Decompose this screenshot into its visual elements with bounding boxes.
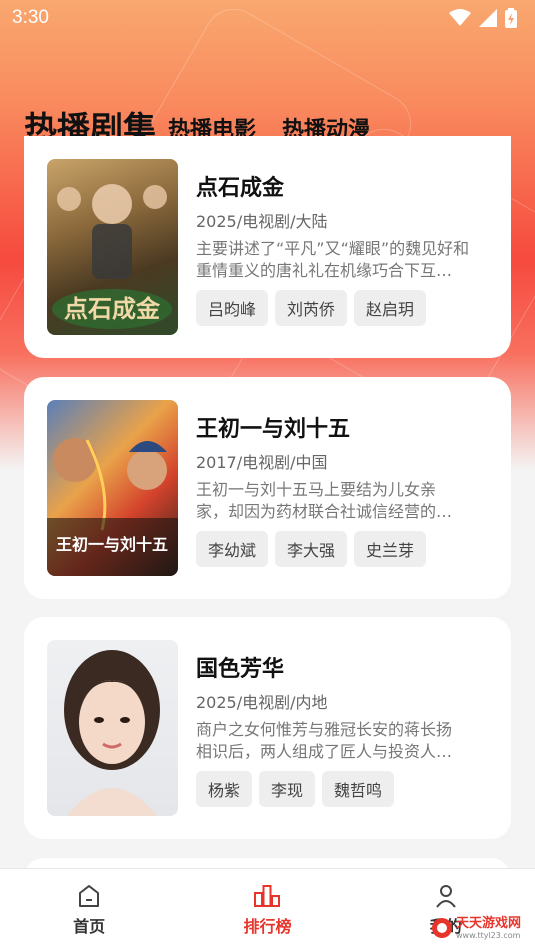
item-description: 商户之女何惟芳与雅冠长安的蒋长扬 相识后，两人组成了匠人与投资人… [196,719,491,763]
watermark-logo-icon [432,918,452,938]
status-time: 3:30 [12,7,49,28]
status-icons [449,8,517,28]
cast-tag[interactable]: 刘芮侨 [275,290,348,326]
cast-tag[interactable]: 史兰芽 [354,531,427,567]
item-title: 王初一与刘十五 [196,417,351,442]
cast-tag[interactable]: 吕昀峰 [196,290,269,326]
item-title: 国色芳华 [196,657,285,682]
user-icon [436,885,456,908]
home-icon [79,885,100,907]
list-item[interactable]: 国色芳华 2025/电视剧/内地 商户之女何惟芳与雅冠长安的蒋长扬 相识后，两人… [24,617,511,839]
desc-line: 商户之女何惟芳与雅冠长安的蒋长扬 [196,720,453,739]
list-item[interactable]: 王初一与刘十五 王初一与刘十五 2017/电视剧/中国 王初一与刘十五马上要结为… [24,377,511,599]
cast-tags: 吕昀峰 刘芮侨 赵启玥 [196,290,427,326]
poster-title: 点石成金 [64,294,161,323]
item-description: 王初一与刘十五马上要结为儿女亲 家，却因为药材联合社诚信经营的… [196,479,491,523]
battery-icon [505,8,517,28]
item-title: 点石成金 [196,176,285,201]
cast-tag[interactable]: 李现 [259,771,316,807]
cast-tag[interactable]: 李大强 [275,531,348,567]
desc-line: 主要讲述了“平凡”又“耀眼”的魏见好和 [196,239,470,258]
watermark-text-group: 天天游戏网 www.ttyl23.com [456,915,522,940]
item-description: 主要讲述了“平凡”又“耀眼”的魏见好和 重情重义的唐礼礼在机缘巧合下互… [196,238,491,282]
poster-title: 王初一与刘十五 [56,535,168,554]
cast-tag[interactable]: 杨紫 [196,771,253,807]
signal-icon [479,9,497,27]
desc-line: 重情重义的唐礼礼在机缘巧合下互… [196,261,453,280]
cast-tag[interactable]: 赵启玥 [354,290,427,326]
nav-label: 排行榜 [243,917,292,936]
poster-image [47,640,178,816]
nav-label: 首页 [73,917,106,936]
desc-line: 相识后，两人组成了匠人与投资人… [196,742,453,761]
item-meta: 2017/电视剧/中国 [196,453,328,472]
cast-tags: 杨紫 李现 魏哲鸣 [196,771,395,807]
cast-tags: 李幼斌 李大强 史兰芽 [196,531,427,567]
poster-image: 王初一与刘十五 [47,400,178,576]
cast-tag[interactable]: 魏哲鸣 [322,771,395,807]
desc-line: 家，却因为药材联合社诚信经营的… [196,502,453,521]
wifi-icon [449,9,471,26]
nav-item-ranking[interactable]: 排行榜 [207,883,327,937]
item-meta: 2025/电视剧/大陆 [196,212,328,231]
nav-item-home[interactable]: 首页 [29,883,149,937]
watermark-url: www.ttyl23.com [456,930,521,940]
watermark: 天天游戏网 www.ttyl23.com [431,911,529,945]
chart-icon [254,885,281,907]
watermark-text: 天天游戏网 [456,915,522,931]
status-bar: 3:30 [0,0,535,36]
desc-line: 王初一与刘十五马上要结为儿女亲 [196,480,437,499]
poster-image: 点石成金 [47,159,178,335]
item-meta: 2025/电视剧/内地 [196,693,328,712]
cast-tag[interactable]: 李幼斌 [196,531,269,567]
list-item[interactable]: 点石成金 点石成金 2025/电视剧/大陆 主要讲述了“平凡”又“耀眼”的魏见好… [24,136,511,358]
